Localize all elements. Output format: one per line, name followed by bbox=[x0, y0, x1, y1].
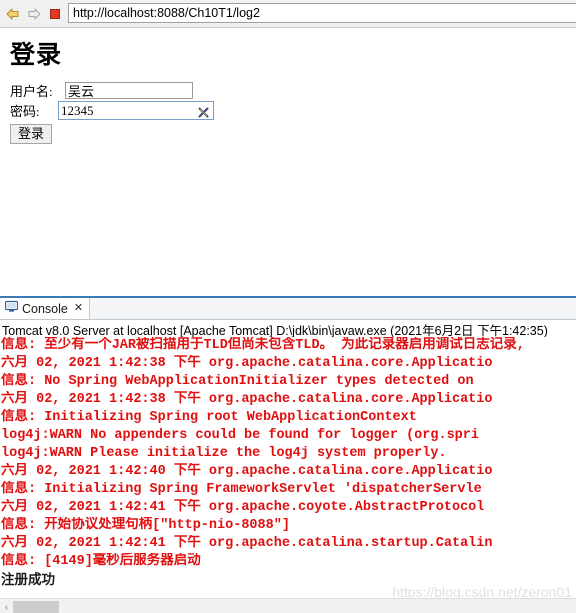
tab-console[interactable]: Console ✕ bbox=[0, 298, 91, 319]
console-log-line: 信息: Initializing Spring FrameworkServlet… bbox=[1, 482, 482, 497]
console-log-line: log4j:WARN Please initialize the log4j s… bbox=[1, 446, 447, 461]
console-log-line: 信息: [4149]毫秒后服务器启动 bbox=[1, 554, 201, 569]
password-field-wrapper bbox=[58, 101, 214, 120]
username-row: 用户名: bbox=[10, 81, 214, 100]
clear-x-icon[interactable] bbox=[198, 105, 209, 118]
scroll-left-arrow-icon[interactable]: ‹ bbox=[0, 600, 13, 613]
tab-console-label: Console bbox=[22, 301, 68, 316]
console-log-line: 六月 02, 2021 1:42:41 下午 org.apache.catali… bbox=[1, 536, 493, 551]
console-log-line: 信息: No Spring WebApplicationInitializer … bbox=[1, 374, 474, 389]
password-label: 密码: bbox=[10, 104, 40, 119]
console-horizontal-scrollbar[interactable]: ‹ bbox=[0, 598, 576, 613]
console-monitor-icon bbox=[4, 300, 19, 318]
browser-toolbar: http://localhost:8088/Ch10T1/log2 bbox=[0, 0, 576, 28]
console-log-line: 六月 02, 2021 1:42:38 下午 org.apache.catali… bbox=[1, 356, 493, 371]
login-form: 用户名: 密码: 登录 bbox=[10, 81, 214, 144]
back-arrow-icon[interactable] bbox=[4, 5, 22, 23]
username-input[interactable] bbox=[65, 82, 193, 99]
url-text: http://localhost:8088/Ch10T1/log2 bbox=[73, 6, 260, 20]
console-log-line: 信息: 至少有一个JAR被扫描用于TLD但尚未包含TLD。 为此记录器启用调试日… bbox=[1, 338, 525, 353]
console-log-line: 信息: 开始协议处理句柄["http-nio-8088"] bbox=[1, 518, 290, 533]
scroll-thumb[interactable] bbox=[13, 600, 59, 613]
console-output[interactable]: 信息: 至少有一个JAR被扫描用于TLD但尚未包含TLD。 为此记录器启用调试日… bbox=[0, 337, 576, 593]
console-log-line: 六月 02, 2021 1:42:40 下午 org.apache.catali… bbox=[1, 464, 493, 479]
console-log-line: log4j:WARN No appenders could be found f… bbox=[1, 428, 479, 443]
browser-page-content: 登录 用户名: 密码: 登录 bbox=[0, 28, 576, 295]
console-log-line: 注册成功 bbox=[1, 572, 55, 587]
password-row: 密码: bbox=[10, 101, 214, 120]
console-tabbar: Console ✕ bbox=[0, 298, 576, 320]
page-title: 登录 bbox=[10, 42, 63, 69]
username-label: 用户名: bbox=[10, 84, 53, 99]
console-log-line: 信息: Initializing Spring root WebApplicat… bbox=[1, 410, 417, 425]
forward-arrow-icon[interactable] bbox=[25, 5, 43, 23]
login-submit-button[interactable]: 登录 bbox=[10, 124, 53, 144]
screenshot-root: http://localhost:8088/Ch10T1/log2 登录 用户名… bbox=[0, 0, 576, 613]
console-log-line: 六月 02, 2021 1:42:38 下午 org.apache.catali… bbox=[1, 392, 493, 407]
password-input[interactable] bbox=[59, 103, 197, 118]
url-bar[interactable]: http://localhost:8088/Ch10T1/log2 bbox=[68, 3, 576, 23]
close-icon[interactable]: ✕ bbox=[74, 303, 83, 314]
stop-icon[interactable] bbox=[46, 5, 64, 23]
console-log-line: 六月 02, 2021 1:42:41 下午 org.apache.coyote… bbox=[1, 500, 485, 515]
